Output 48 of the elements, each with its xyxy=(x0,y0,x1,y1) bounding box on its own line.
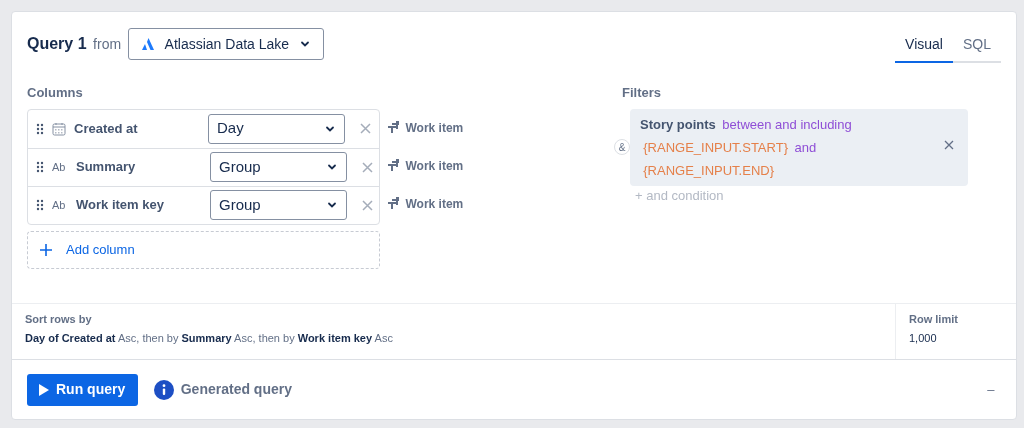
filter-operator: and xyxy=(794,138,817,157)
run-query-button[interactable]: Run query xyxy=(27,373,139,406)
column-name: Summary xyxy=(76,158,137,177)
view-tab[interactable]: Visual xyxy=(895,28,953,63)
row-limit-value: 1,000 xyxy=(909,331,938,347)
column-name: Work item key xyxy=(76,196,165,215)
query-title: Query 1 xyxy=(27,34,87,54)
section-heading: Columns xyxy=(27,83,84,102)
collapse-button[interactable]: – xyxy=(987,379,995,400)
view-tab[interactable]: SQL xyxy=(953,28,1001,63)
entity-label: Work item xyxy=(405,195,464,213)
drag-handle-icon[interactable] xyxy=(36,122,44,135)
row-limit-label: Row limit xyxy=(909,311,959,327)
filter-field: Story points xyxy=(640,112,716,136)
from-label: from xyxy=(93,34,122,54)
info-icon xyxy=(154,379,175,400)
drag-handle-icon[interactable] xyxy=(36,199,44,211)
logo-icon xyxy=(140,37,155,51)
filter-value: {RANGE_INPUT.END} xyxy=(643,162,774,178)
and-connector: & xyxy=(614,139,630,155)
play-icon xyxy=(38,383,49,396)
text-type-icon: Ab xyxy=(52,158,68,176)
entity-label: Work item xyxy=(405,157,464,175)
data-source-dropdown[interactable]: Atlassian Data Lake xyxy=(127,28,325,60)
calendar-icon xyxy=(52,121,66,136)
entity-label: Work item xyxy=(405,119,464,137)
filter-value: {RANGE_INPUT.START} xyxy=(643,138,788,157)
sort-label: Sort rows by xyxy=(25,311,93,327)
section-heading: Filters xyxy=(622,83,662,102)
remove-icon[interactable] xyxy=(361,161,373,173)
hierarchy-icon xyxy=(386,159,400,172)
text-type-icon: Ab xyxy=(52,196,68,214)
generated-query-link[interactable]: Generated query xyxy=(180,379,292,400)
filter-condition[interactable]: Story points between and including {RANGE_INPUT.START} and {RANGE_INPUT.END} xyxy=(630,108,968,186)
hierarchy-icon xyxy=(386,197,400,210)
close-icon[interactable] xyxy=(944,139,954,150)
column-name: Created at xyxy=(74,119,139,138)
hierarchy-icon xyxy=(386,121,400,134)
drag-handle-icon[interactable] xyxy=(36,161,44,173)
remove-icon[interactable] xyxy=(359,123,371,134)
filter-operator: between and including xyxy=(722,115,852,134)
plus-icon xyxy=(40,244,52,256)
remove-icon[interactable] xyxy=(361,199,373,211)
aggregation-select[interactable]: Group xyxy=(210,152,347,182)
aggregation-select[interactable]: Group xyxy=(210,190,347,220)
add-column-button[interactable]: Add column xyxy=(27,231,380,269)
aggregation-select[interactable]: Day xyxy=(208,113,345,144)
sort-description: Day of Created at Asc, then by Summary Asc, then by Work item key Asc xyxy=(25,331,394,347)
